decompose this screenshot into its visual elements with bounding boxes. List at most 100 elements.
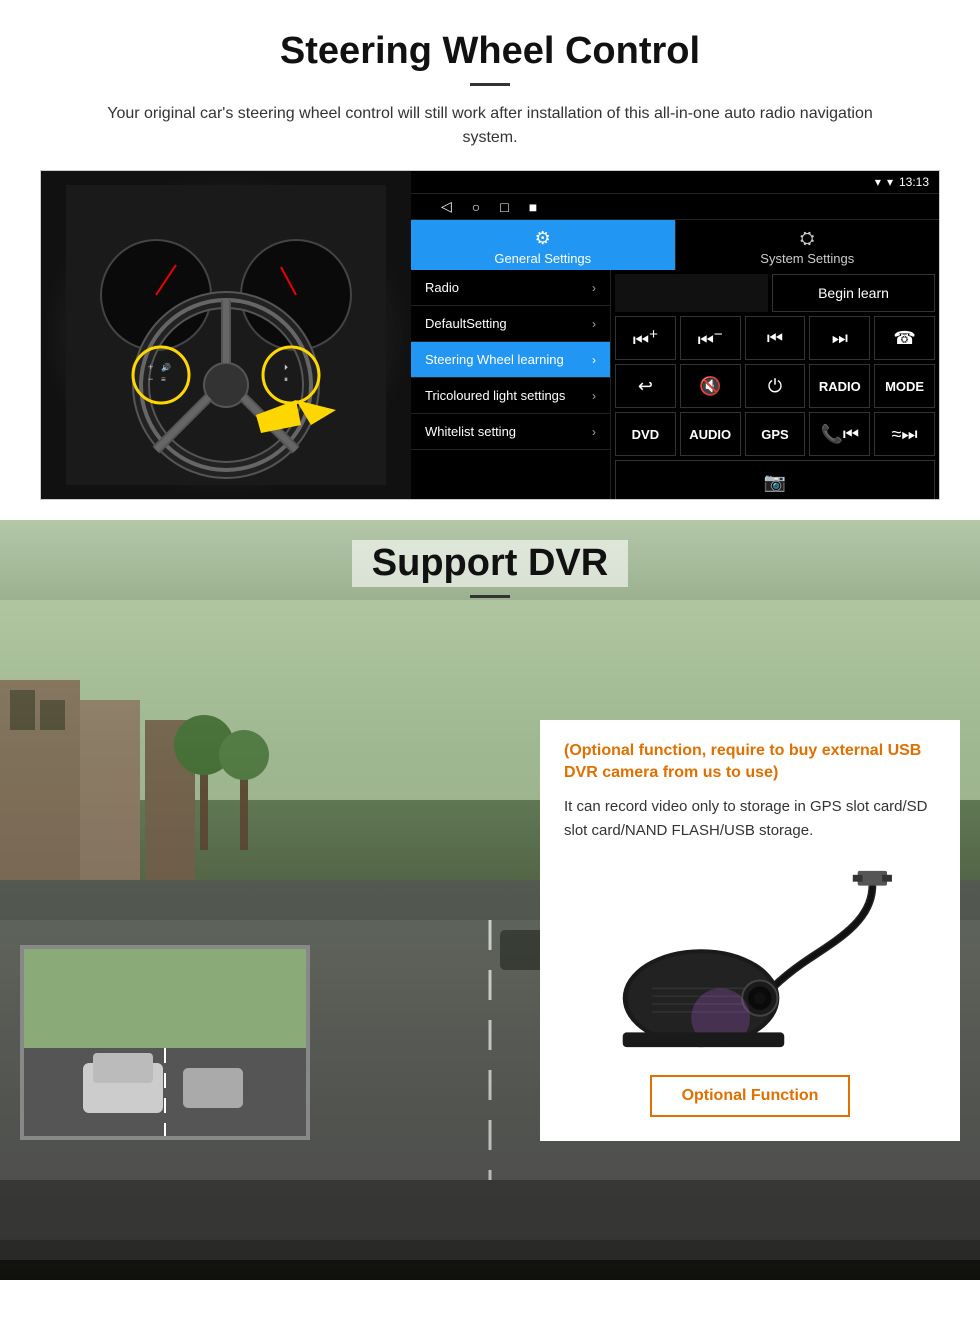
nav-record-icon: ■ [529, 199, 537, 215]
menu-item-radio[interactable]: Radio › [411, 270, 610, 306]
tab-system-settings[interactable]: ⛭ System Settings [675, 220, 940, 270]
dvr-title-area: Support DVR [0, 520, 980, 598]
btn-radio[interactable]: RADIO [809, 364, 870, 408]
tab-general-settings[interactable]: ⚙ General Settings [411, 220, 675, 270]
svg-text:≡: ≡ [161, 375, 166, 384]
steering-section: Steering Wheel Control Your original car… [0, 0, 980, 520]
svg-text:⏸: ⏸ [284, 375, 288, 384]
next-icon: ⏭ [832, 328, 848, 349]
control-row-1: ⏮+ ⏮− ⏮ ⏭ ☎ [615, 316, 935, 360]
btn-dvd[interactable]: DVD [615, 412, 676, 456]
status-wifi-icon: ▾ [875, 175, 881, 189]
prev-icon: ⏮ [767, 328, 783, 349]
btn-cam[interactable]: 📷 [615, 460, 935, 500]
btn-next[interactable]: ⏭ [809, 316, 870, 360]
tab-general-label: General Settings [494, 251, 591, 266]
optional-function-button[interactable]: Optional Function [650, 1075, 851, 1117]
btn-power[interactable]: ⏻ [745, 364, 806, 408]
btn-mode[interactable]: MODE [874, 364, 935, 408]
android-panel: ▾ ▾ 13:13 ◁ ○ □ ■ ⚙ General Settings ⛭ S… [411, 171, 939, 499]
control-row-3: DVD AUDIO GPS 📞⏮ ≈⏭ [615, 412, 935, 456]
tab-system-label: System Settings [760, 251, 854, 266]
dvr-section: Support DVR (Optional function, requi [0, 520, 980, 1280]
steering-description: Your original car's steering wheel contr… [80, 102, 900, 150]
control-row-2: ↩ 🔇 ⏻ RADIO MODE [615, 364, 935, 408]
cam-icon: 📷 [764, 472, 786, 493]
nav-back-icon[interactable]: ◁ [441, 198, 452, 215]
menu-whitelist-label: Whitelist setting [425, 424, 516, 439]
spacer [615, 274, 768, 312]
btn-vol-plus[interactable]: ⏮+ [615, 316, 676, 360]
btn-audio[interactable]: AUDIO [680, 412, 741, 456]
svg-text:⏵: ⏵ [284, 363, 288, 372]
dvr-background: Support DVR (Optional function, requi [0, 520, 980, 1280]
btn-phone-next[interactable]: ≈⏭ [874, 412, 935, 456]
status-signal-icon: ▾ [887, 175, 893, 189]
begin-learn-button[interactable]: Begin learn [772, 274, 935, 312]
btn-hangup[interactable]: ↩ [615, 364, 676, 408]
title-divider [470, 83, 510, 86]
phone-icon: ☎ [893, 328, 915, 349]
menu-default-label: DefaultSetting [425, 316, 507, 331]
phone-prev-icon: 📞⏮ [820, 424, 859, 445]
chevron-icon: › [592, 317, 596, 331]
control-row-4: 📷 [615, 460, 935, 500]
svg-text:🔊: 🔊 [161, 362, 171, 372]
settings-gear-icon: ⚙ [415, 228, 671, 249]
dvr-preview-svg [23, 948, 307, 1137]
dvr-photo-inner [23, 948, 307, 1137]
chevron-icon: › [592, 425, 596, 439]
dvr-title-divider [470, 595, 510, 598]
svg-text:−: − [148, 374, 153, 384]
power-icon: ⏻ [768, 376, 782, 397]
vol-minus-icon: ⏮− [698, 326, 723, 351]
menu-item-tricoloured[interactable]: Tricoloured light settings › [411, 378, 610, 414]
android-menu: Radio › DefaultSetting › Steering Wheel … [411, 270, 611, 500]
android-body: Radio › DefaultSetting › Steering Wheel … [411, 270, 939, 500]
dvr-title: Support DVR [352, 540, 628, 587]
chevron-icon: › [592, 281, 596, 295]
android-statusbar: ▾ ▾ 13:13 [411, 171, 939, 194]
dvr-optional-title: (Optional function, require to buy exter… [564, 740, 936, 785]
begin-learn-row: Begin learn [615, 274, 935, 312]
status-time: 13:13 [899, 175, 929, 189]
android-navbar: ◁ ○ □ ■ [411, 194, 939, 220]
android-tabs: ⚙ General Settings ⛭ System Settings [411, 220, 939, 270]
mode-label: MODE [885, 379, 924, 394]
menu-item-steering-wheel[interactable]: Steering Wheel learning › [411, 342, 610, 378]
audio-label: AUDIO [689, 427, 731, 442]
hangup-icon: ↩ [638, 376, 653, 397]
steering-photo: + − 🔊 ≡ ⏵ ⏸ [41, 171, 411, 499]
menu-item-default[interactable]: DefaultSetting › [411, 306, 610, 342]
btn-phone[interactable]: ☎ [874, 316, 935, 360]
btn-gps[interactable]: GPS [745, 412, 806, 456]
menu-radio-label: Radio [425, 280, 459, 295]
btn-phone-prev[interactable]: 📞⏮ [809, 412, 870, 456]
menu-item-whitelist[interactable]: Whitelist setting › [411, 414, 610, 450]
nav-recent-icon[interactable]: □ [500, 199, 508, 215]
dvd-label: DVD [632, 427, 659, 442]
mute-icon: 🔇 [699, 376, 721, 397]
menu-tricoloured-label: Tricoloured light settings [425, 388, 565, 403]
svg-text:+: + [148, 362, 153, 372]
phone-next-icon: ≈⏭ [892, 424, 918, 445]
android-controls: Begin learn ⏮+ ⏮− ⏮ ⏭ ☎ ↩ 🔇 ⏻ [611, 270, 939, 500]
chevron-icon: › [592, 353, 596, 367]
nav-home-icon[interactable]: ○ [472, 199, 480, 215]
radio-label: RADIO [819, 379, 861, 394]
btn-vol-minus[interactable]: ⏮− [680, 316, 741, 360]
btn-prev[interactable]: ⏮ [745, 316, 806, 360]
dvr-info-card: (Optional function, require to buy exter… [540, 720, 960, 1141]
steering-composite: + − 🔊 ≡ ⏵ ⏸ ▾ ▾ 13:13 [40, 170, 940, 500]
chevron-icon: › [592, 389, 596, 403]
btn-mute[interactable]: 🔇 [680, 364, 741, 408]
page-title: Steering Wheel Control [40, 30, 940, 73]
dvr-camera-svg [564, 859, 936, 1059]
dvr-small-photo [20, 945, 310, 1140]
system-icon: ⛭ [680, 228, 936, 249]
vol-plus-icon: ⏮+ [633, 326, 658, 351]
menu-steering-label: Steering Wheel learning [425, 352, 564, 367]
gps-label: GPS [761, 427, 788, 442]
dvr-camera-illustration [564, 859, 936, 1059]
steering-wheel-svg: + − 🔊 ≡ ⏵ ⏸ [66, 185, 386, 485]
